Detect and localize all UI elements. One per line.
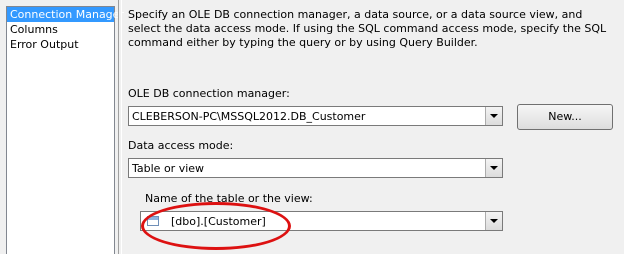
highlight-ellipse: [141, 202, 291, 250]
data-access-mode-combo[interactable]: Table or view: [128, 158, 503, 178]
data-access-mode-value: Table or view: [132, 162, 205, 175]
nav-item-columns[interactable]: Columns: [7, 22, 114, 37]
panel-splitter[interactable]: [118, 0, 122, 254]
connection-manager-value: CLEBERSON-PC\MSSQL2012.DB_Customer: [132, 110, 366, 123]
nav-item-error-output[interactable]: Error Output: [7, 37, 114, 52]
chevron-down-icon[interactable]: [485, 159, 502, 177]
nav-item-connection-manager[interactable]: Connection Manager: [7, 7, 124, 22]
new-connection-button[interactable]: New...: [517, 104, 613, 130]
chevron-down-icon[interactable]: [485, 212, 502, 230]
data-access-mode-label: Data access mode:: [128, 139, 234, 152]
page-list: Connection Manager Columns Error Output: [6, 6, 124, 254]
chevron-down-icon[interactable]: [485, 107, 502, 125]
connection-manager-combo[interactable]: CLEBERSON-PC\MSSQL2012.DB_Customer: [128, 106, 503, 126]
description-text: Specify an OLE DB connection manager, a …: [128, 8, 607, 49]
connection-manager-label: OLE DB connection manager:: [128, 87, 290, 100]
